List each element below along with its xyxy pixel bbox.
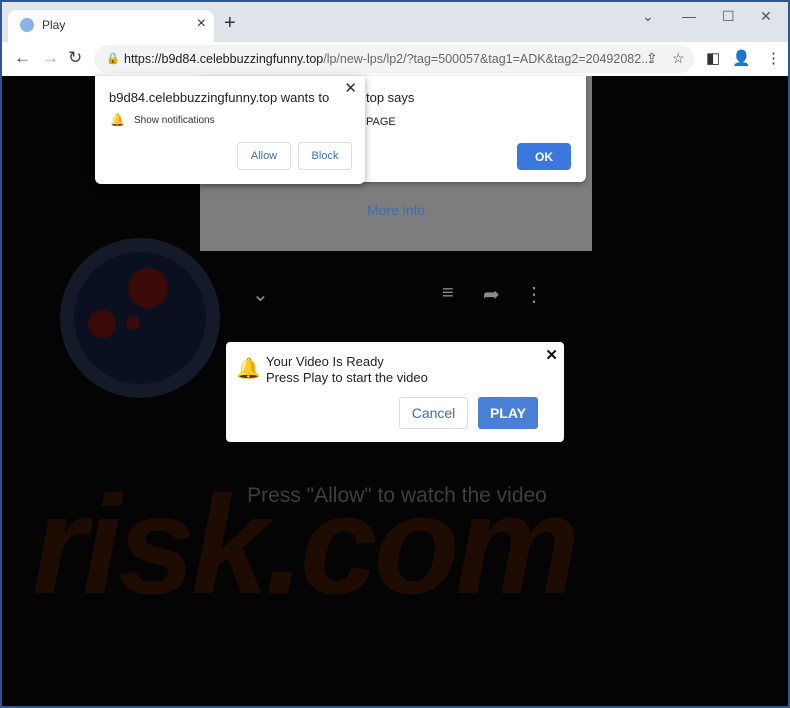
more-icon[interactable]: ⋮ [524,282,544,307]
close-tab-icon[interactable]: × [197,15,206,33]
close-icon[interactable]: ✕ [344,79,357,97]
ok-button[interactable]: OK [517,143,571,170]
close-window-button[interactable]: ✕ [760,8,772,25]
tab-search-icon[interactable]: ⌄ [642,8,654,25]
close-icon[interactable]: ✕ [545,346,558,364]
cancel-button[interactable]: Cancel [399,397,468,429]
profile-icon[interactable]: 👤 [732,49,751,67]
new-tab-button[interactable]: + [224,12,236,35]
press-allow-text: Press "Allow" to watch the video [247,484,547,507]
bell-icon: 🔔 [236,358,261,380]
tab-play[interactable]: Play × [8,10,214,42]
menu-icon[interactable]: ⋮ [766,49,781,67]
lock-icon: 🔒 [106,53,120,65]
permission-title: b9d84.celebbuzzingfunny.top wants to [109,90,330,105]
add-to-queue-icon[interactable]: ≡ [442,282,454,305]
watermark-dot [128,268,168,308]
more-info-link[interactable]: More info [200,202,592,218]
minimize-button[interactable]: — [682,8,696,24]
chevron-down-icon[interactable]: ⌄ [252,282,269,307]
dialog-title: Your Video Is Ready [266,354,384,369]
share-icon[interactable]: ➦ [483,282,500,307]
bell-icon: 🔔 [110,113,125,127]
bell-icon [20,18,34,32]
tab-bar: Play × + ⌄ — ☐ ✕ [2,2,788,42]
video-ready-dialog: 🔔 Your Video Is Ready Press Play to star… [226,342,564,442]
dialog-message: Press Play to start the video [266,370,428,385]
url-text: https://b9d84.celebbuzzingfunny.top/lp/n… [124,52,652,66]
allow-button[interactable]: Allow [237,142,291,170]
watermark-magnifier [60,238,220,398]
notification-permission-prompt: b9d84.celebbuzzingfunny.top wants to ✕ 🔔… [95,76,365,184]
maximize-button[interactable]: ☐ [722,8,735,25]
share-icon[interactable]: ⇪ [646,50,658,67]
play-button[interactable]: PLAY [478,397,538,429]
address-bar[interactable]: 🔒 https://b9d84.celebbuzzingfunny.top/lp… [94,45,694,73]
page-content: risk.com More info top says PAGE OK b9d8… [2,76,788,706]
block-button[interactable]: Block [298,142,352,170]
alert-title: top says [366,90,415,105]
watermark-dot [88,310,116,338]
reload-icon[interactable]: ↻ [68,48,82,68]
alert-message: PAGE [366,116,396,128]
toolbar: ← → ↻ 🔒 https://b9d84.celebbuzzingfunny.… [2,42,788,76]
star-icon[interactable]: ☆ [672,50,685,67]
url-path: /lp/new-lps/lp2/?tag=500057&tag1=ADK&tag… [323,52,652,66]
url-host: https://b9d84.celebbuzzingfunny.top [124,52,324,66]
permission-item: Show notifications [134,115,215,126]
watermark-dot [126,316,140,330]
tab-title: Play [42,18,66,32]
side-panel-icon[interactable]: ◧ [706,49,720,67]
back-icon[interactable]: ← [14,48,31,68]
forward-icon[interactable]: → [42,48,59,68]
browser-window: Play × + ⌄ — ☐ ✕ ← → ↻ 🔒 https://b9d84.c… [2,2,788,706]
